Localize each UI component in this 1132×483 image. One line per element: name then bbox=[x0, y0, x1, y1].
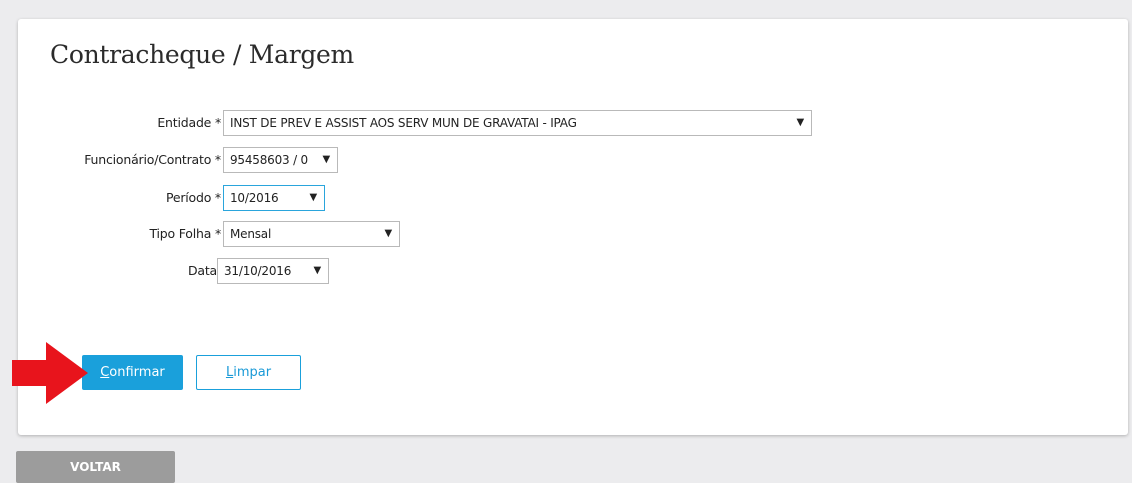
chevron-down-icon: ▼ bbox=[384, 228, 393, 239]
funcionario-label: Funcionário/Contrato * bbox=[84, 152, 221, 167]
clear-button[interactable]: Limpar bbox=[196, 355, 301, 390]
data-value: 31/10/2016 bbox=[224, 264, 292, 278]
chevron-down-icon: ▼ bbox=[313, 265, 322, 276]
confirm-label: onfirmar bbox=[109, 365, 165, 380]
data-select[interactable]: 31/10/2016 ▼ bbox=[217, 258, 329, 284]
chevron-down-icon: ▼ bbox=[322, 154, 331, 165]
periodo-value: 10/2016 bbox=[230, 191, 279, 205]
red-arrow-icon bbox=[12, 342, 88, 404]
tipo-folha-label: Tipo Folha * bbox=[149, 226, 221, 241]
tipo-folha-select[interactable]: Mensal ▼ bbox=[223, 221, 400, 247]
confirm-button[interactable]: Confirmar bbox=[82, 355, 183, 390]
tipo-folha-value: Mensal bbox=[230, 227, 272, 241]
clear-label: impar bbox=[233, 365, 272, 380]
confirm-accesskey: C bbox=[100, 365, 110, 380]
chevron-down-icon: ▼ bbox=[796, 117, 805, 128]
periodo-select[interactable]: 10/2016 ▼ bbox=[223, 185, 325, 211]
funcionario-select[interactable]: 95458603 / 0 ▼ bbox=[223, 147, 338, 173]
chevron-down-icon: ▼ bbox=[309, 192, 318, 203]
entidade-label: Entidade * bbox=[157, 115, 221, 130]
entidade-value: INST DE PREV E ASSIST AOS SERV MUN DE GR… bbox=[230, 116, 577, 130]
periodo-label: Período * bbox=[165, 190, 221, 205]
page-title: Contracheque / Margem bbox=[50, 40, 354, 69]
back-button[interactable]: VOLTAR bbox=[16, 451, 175, 483]
entidade-select[interactable]: INST DE PREV E ASSIST AOS SERV MUN DE GR… bbox=[223, 110, 812, 136]
funcionario-value: 95458603 / 0 bbox=[230, 153, 308, 167]
